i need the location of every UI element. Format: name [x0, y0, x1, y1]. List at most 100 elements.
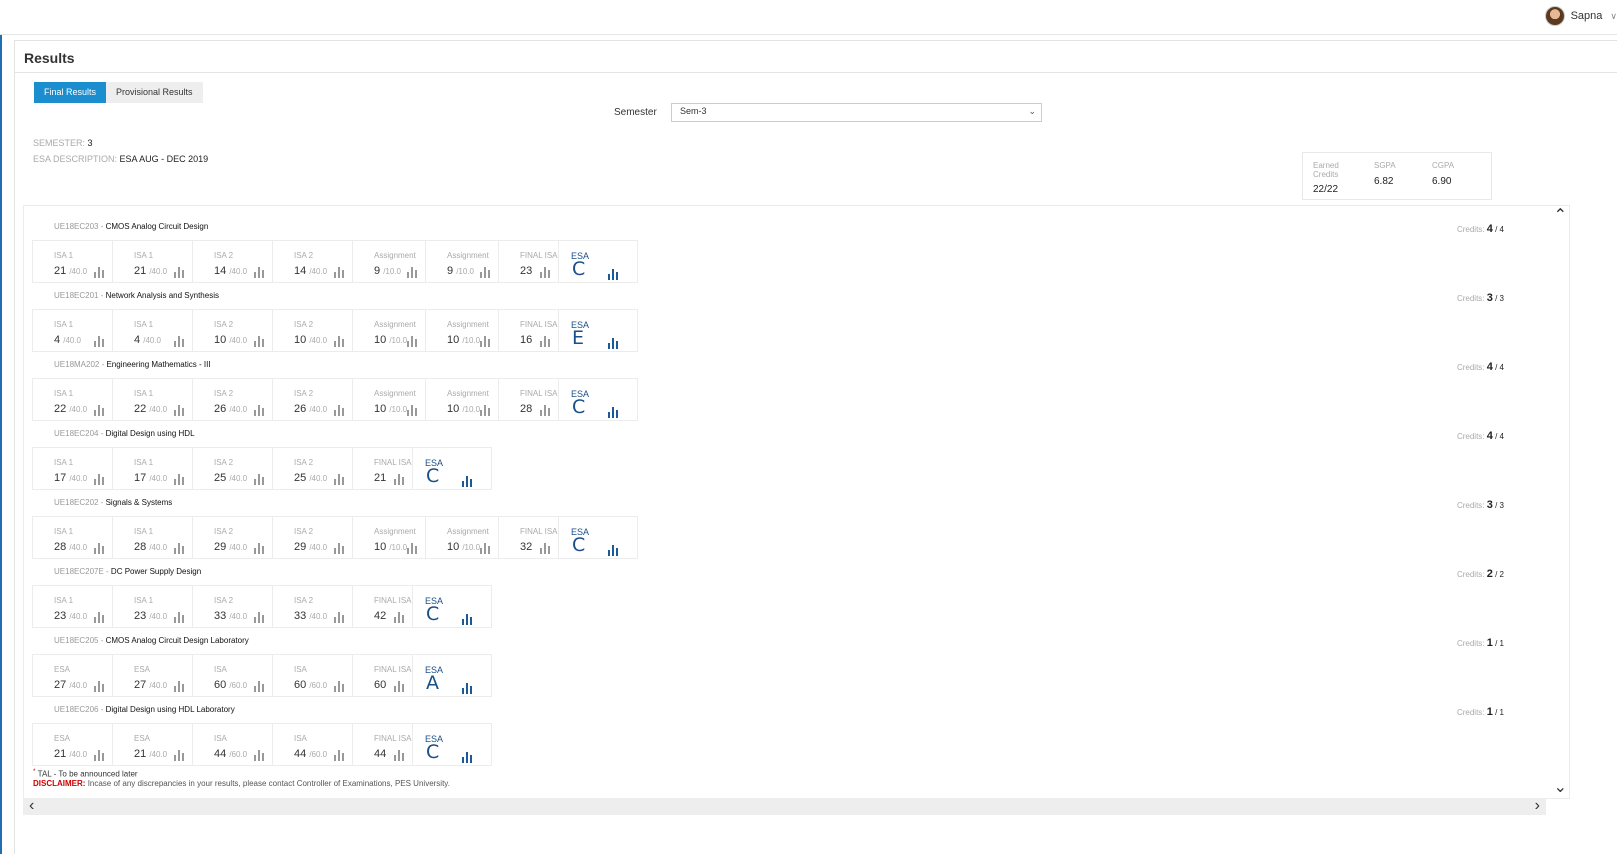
bar-chart-icon[interactable]: [334, 541, 344, 554]
bar-chart-icon[interactable]: [540, 265, 550, 278]
chevron-down-icon[interactable]: ⌄: [1554, 777, 1567, 797]
chevron-right-icon[interactable]: ›: [1535, 797, 1540, 815]
score-cell: FINAL ISA 16: [499, 310, 559, 351]
bar-chart-icon[interactable]: [608, 336, 618, 349]
score-label: Assignment: [374, 251, 416, 260]
course-code: UE18EC207E: [54, 567, 104, 576]
score-cell: ISA 44 /60.0: [273, 724, 353, 765]
score-value: 29: [294, 541, 307, 553]
bar-chart-icon[interactable]: [394, 610, 404, 623]
bar-chart-icon[interactable]: [174, 679, 184, 692]
bar-chart-icon[interactable]: [94, 403, 104, 416]
score-max: 40.0: [231, 405, 248, 414]
bar-chart-icon[interactable]: [540, 403, 550, 416]
bar-chart-icon[interactable]: [94, 748, 104, 761]
course-title: UE18EC204 - Digital Design using HDL: [54, 429, 195, 438]
score-cell: ISA 1 21 /40.0: [33, 241, 113, 282]
user-menu[interactable]: Sapna ∨: [1544, 6, 1617, 26]
bar-chart-icon[interactable]: [254, 541, 264, 554]
score: 28 /40.0: [54, 541, 88, 553]
bar-chart-icon[interactable]: [334, 403, 344, 416]
bar-chart-icon[interactable]: [608, 405, 618, 418]
bar-chart-icon[interactable]: [254, 610, 264, 623]
bar-chart-icon[interactable]: [394, 679, 404, 692]
bar-chart-icon[interactable]: [94, 334, 104, 347]
bar-chart-icon[interactable]: [480, 403, 490, 416]
bar-chart-icon[interactable]: [480, 541, 490, 554]
tab-final-results[interactable]: Final Results: [34, 82, 107, 103]
bar-chart-icon[interactable]: [94, 610, 104, 623]
bar-chart-icon[interactable]: [174, 610, 184, 623]
bar-chart-icon[interactable]: [540, 541, 550, 554]
score-cell: FINAL ISA 23: [499, 241, 559, 282]
bar-chart-icon[interactable]: [254, 403, 264, 416]
bar-chart-icon[interactable]: [334, 265, 344, 278]
credits-label: Credits:: [1456, 294, 1485, 303]
score-label: ISA: [214, 734, 227, 743]
score-value: 33: [214, 610, 227, 622]
bar-chart-icon[interactable]: [174, 334, 184, 347]
bar-chart-icon[interactable]: [174, 541, 184, 554]
bar-chart-icon[interactable]: [254, 265, 264, 278]
score: 14 /40.0: [294, 265, 328, 277]
bar-chart-icon[interactable]: [254, 334, 264, 347]
bar-chart-icon[interactable]: [94, 679, 104, 692]
course-score-card: ISA 1 28 /40.0 ISA 1 28 /40.0 ISA 2 29 /40.0 I…: [32, 516, 638, 559]
bar-chart-icon[interactable]: [334, 334, 344, 347]
score-cell: ESA 27 /40.0: [33, 655, 113, 696]
bar-chart-icon[interactable]: [174, 748, 184, 761]
bar-chart-icon[interactable]: [407, 334, 417, 347]
bar-chart-icon[interactable]: [462, 474, 472, 487]
bar-chart-icon[interactable]: [334, 748, 344, 761]
bar-chart-icon[interactable]: [334, 610, 344, 623]
bar-chart-icon[interactable]: [94, 472, 104, 485]
score-cell: ISA 1 17 /40.0: [113, 448, 193, 489]
score-value: 21: [374, 472, 387, 484]
score: 22 /40.0: [134, 403, 168, 415]
bar-chart-icon[interactable]: [540, 334, 550, 347]
chevron-left-icon[interactable]: ‹: [29, 797, 34, 815]
bar-chart-icon[interactable]: [394, 472, 404, 485]
score-value: 21: [134, 265, 147, 277]
chevron-up-icon[interactable]: ⌃: [1554, 205, 1567, 225]
semester-select[interactable]: Sem-3 ⌄: [671, 103, 1042, 122]
score-value: 10: [447, 403, 460, 415]
bar-chart-icon[interactable]: [174, 472, 184, 485]
score-value: 27: [134, 679, 147, 691]
horizontal-scrollbar[interactable]: ‹ ›: [23, 797, 1546, 815]
bar-chart-icon[interactable]: [407, 265, 417, 278]
score-label: Assignment: [447, 320, 489, 329]
bar-chart-icon[interactable]: [174, 403, 184, 416]
bar-chart-icon[interactable]: [394, 748, 404, 761]
bar-chart-icon[interactable]: [94, 265, 104, 278]
bar-chart-icon[interactable]: [480, 265, 490, 278]
bar-chart-icon[interactable]: [608, 267, 618, 280]
bar-chart-icon[interactable]: [174, 265, 184, 278]
course-credits: Credits: 4 / 4: [1456, 223, 1504, 235]
bar-chart-icon[interactable]: [462, 681, 472, 694]
course-credits: Credits: 4 / 4: [1456, 361, 1504, 373]
bar-chart-icon[interactable]: [480, 334, 490, 347]
cgpa-value: 6.90: [1432, 176, 1452, 187]
score-label: ISA 2: [294, 320, 314, 329]
course-code: UE18MA202: [54, 360, 100, 369]
score-value: 28: [520, 403, 533, 415]
bar-chart-icon[interactable]: [407, 403, 417, 416]
score-cell: ESA 21 /40.0: [33, 724, 113, 765]
score: 60: [374, 679, 386, 691]
score-max: 40.0: [71, 474, 88, 483]
bar-chart-icon[interactable]: [334, 679, 344, 692]
bar-chart-icon[interactable]: [254, 679, 264, 692]
bar-chart-icon[interactable]: [462, 612, 472, 625]
bar-chart-icon[interactable]: [608, 543, 618, 556]
bar-chart-icon[interactable]: [254, 472, 264, 485]
bar-chart-icon[interactable]: [94, 541, 104, 554]
bar-chart-icon[interactable]: [407, 541, 417, 554]
course-title: UE18EC201 - Network Analysis and Synthes…: [54, 291, 219, 300]
tab-provisional-results[interactable]: Provisional Results: [106, 82, 203, 103]
score-cell: ESA 21 /40.0: [113, 724, 193, 765]
score-label: ISA 1: [54, 527, 74, 536]
bar-chart-icon[interactable]: [254, 748, 264, 761]
bar-chart-icon[interactable]: [462, 750, 472, 763]
bar-chart-icon[interactable]: [334, 472, 344, 485]
